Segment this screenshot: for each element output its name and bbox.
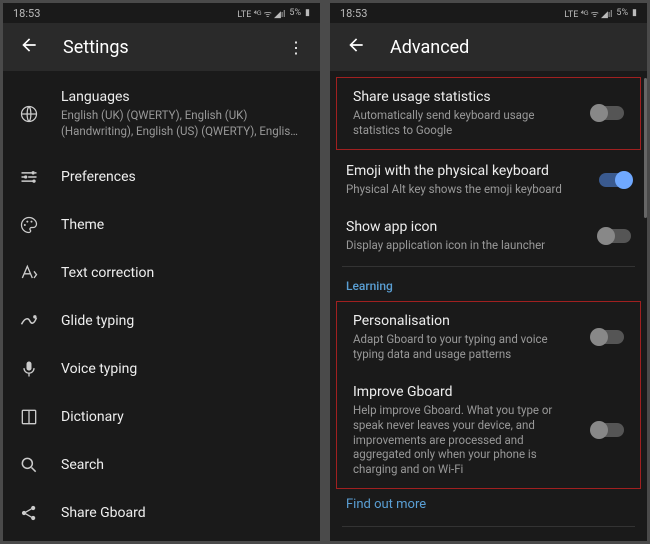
globe-icon (19, 104, 39, 124)
item-label: Share Gboard (61, 505, 304, 521)
item-label: Theme (61, 217, 304, 233)
book-icon (19, 407, 39, 427)
item-label: Dictionary (61, 409, 304, 425)
glide-icon (19, 311, 39, 331)
settings-item-voice-typing[interactable]: Voice typing (3, 345, 320, 393)
item-label: Glide typing (61, 313, 304, 329)
toggle-switch[interactable] (592, 330, 624, 344)
settings-list: Languages English (UK) (QWERTY), English … (3, 71, 320, 541)
item-sub: Help improve Gboard. What you type or sp… (353, 403, 580, 478)
item-label: Improve Gboard (353, 384, 580, 400)
sliders-icon (19, 167, 39, 187)
setting-show-app-icon[interactable]: Show app icon Display application icon in… (330, 208, 647, 264)
advanced-screen: 18:53 LTE ⁴ᴳ ᯤ ◢ıl 5% ▮ Advanced Share u… (330, 3, 647, 541)
setting-delete-learned-words-and-data[interactable]: Delete learned words and dataClear all d… (330, 529, 647, 541)
settings-item-preferences[interactable]: Preferences (3, 153, 320, 201)
highlight-box: Personalisation Adapt Gboard to your typi… (336, 301, 641, 490)
status-bar: 18:53 LTE ⁴ᴳ ᯤ ◢ıl 5% ▮ (3, 3, 320, 23)
item-label: Voice typing (61, 361, 304, 377)
overflow-menu-icon[interactable]: ⋮ (288, 38, 304, 57)
settings-item-languages[interactable]: Languages English (UK) (QWERTY), English … (3, 75, 320, 153)
toggle-switch[interactable] (599, 173, 631, 187)
find-out-more-link[interactable]: Find out more (330, 491, 647, 524)
item-label: Share usage statistics (353, 89, 580, 105)
settings-item-text-correction[interactable]: Text correction (3, 249, 320, 297)
item-sub: Adapt Gboard to your typing and voice ty… (353, 332, 580, 362)
share-icon (19, 503, 39, 523)
settings-item-glide-typing[interactable]: Glide typing (3, 297, 320, 345)
item-label: Text correction (61, 265, 304, 281)
item-sub: Physical Alt key shows the emoji keyboar… (346, 182, 587, 197)
item-label: Search (61, 457, 304, 473)
page-title: Settings (63, 37, 264, 58)
settings-item-advanced[interactable]: Advanced (3, 537, 320, 541)
status-time: 18:53 (13, 7, 40, 20)
section-title: Learning (330, 269, 647, 299)
palette-icon (19, 215, 39, 235)
divider (342, 266, 635, 267)
back-icon[interactable] (346, 35, 366, 60)
settings-item-share-gboard[interactable]: Share Gboard (3, 489, 320, 537)
scrollbar[interactable] (644, 78, 647, 218)
back-icon[interactable] (19, 35, 39, 60)
item-sub: Automatically send keyboard usage statis… (353, 108, 580, 138)
search-icon (19, 455, 39, 475)
item-label: Preferences (61, 169, 304, 185)
item-label: Emoji with the physical keyboard (346, 163, 587, 179)
setting-share-usage-statistics[interactable]: Share usage statistics Automatically send… (337, 78, 640, 149)
toggle-switch[interactable] (592, 106, 624, 120)
status-time: 18:53 (340, 7, 367, 20)
divider (342, 526, 635, 527)
page-title: Advanced (390, 37, 631, 58)
settings-screen: 18:53 LTE ⁴ᴳ ᯤ ◢ıl 5% ▮ Settings ⋮ Langu… (3, 3, 320, 541)
advanced-list: Share usage statistics Automatically send… (330, 71, 647, 541)
status-bar: 18:53 LTE ⁴ᴳ ᯤ ◢ıl 5% ▮ (330, 3, 647, 23)
status-indicators: LTE ⁴ᴳ ᯤ ◢ıl 5% ▮ (564, 7, 637, 20)
text-icon (19, 263, 39, 283)
item-sub: English (UK) (QWERTY), English (UK) (Han… (61, 108, 304, 139)
item-sub: Display application icon in the launcher (346, 238, 587, 253)
settings-item-search[interactable]: Search (3, 441, 320, 489)
settings-item-theme[interactable]: Theme (3, 201, 320, 249)
header: Advanced (330, 23, 647, 71)
toggle-switch[interactable] (599, 229, 631, 243)
item-label: Languages (61, 89, 304, 105)
settings-item-dictionary[interactable]: Dictionary (3, 393, 320, 441)
item-label: Show app icon (346, 219, 587, 235)
status-indicators: LTE ⁴ᴳ ᯤ ◢ıl 5% ▮ (237, 7, 310, 20)
setting-improve-gboard[interactable]: Improve Gboard Help improve Gboard. What … (337, 373, 640, 489)
setting-personalisation[interactable]: Personalisation Adapt Gboard to your typi… (337, 302, 640, 373)
item-label: Personalisation (353, 313, 580, 329)
setting-emoji-with-the-physical-keyboard[interactable]: Emoji with the physical keyboard Physical… (330, 152, 647, 208)
header: Settings ⋮ (3, 23, 320, 71)
toggle-switch[interactable] (592, 423, 624, 437)
item-label: Delete learned words and data (346, 540, 631, 541)
mic-icon (19, 359, 39, 379)
highlight-box: Share usage statistics Automatically send… (336, 77, 641, 150)
